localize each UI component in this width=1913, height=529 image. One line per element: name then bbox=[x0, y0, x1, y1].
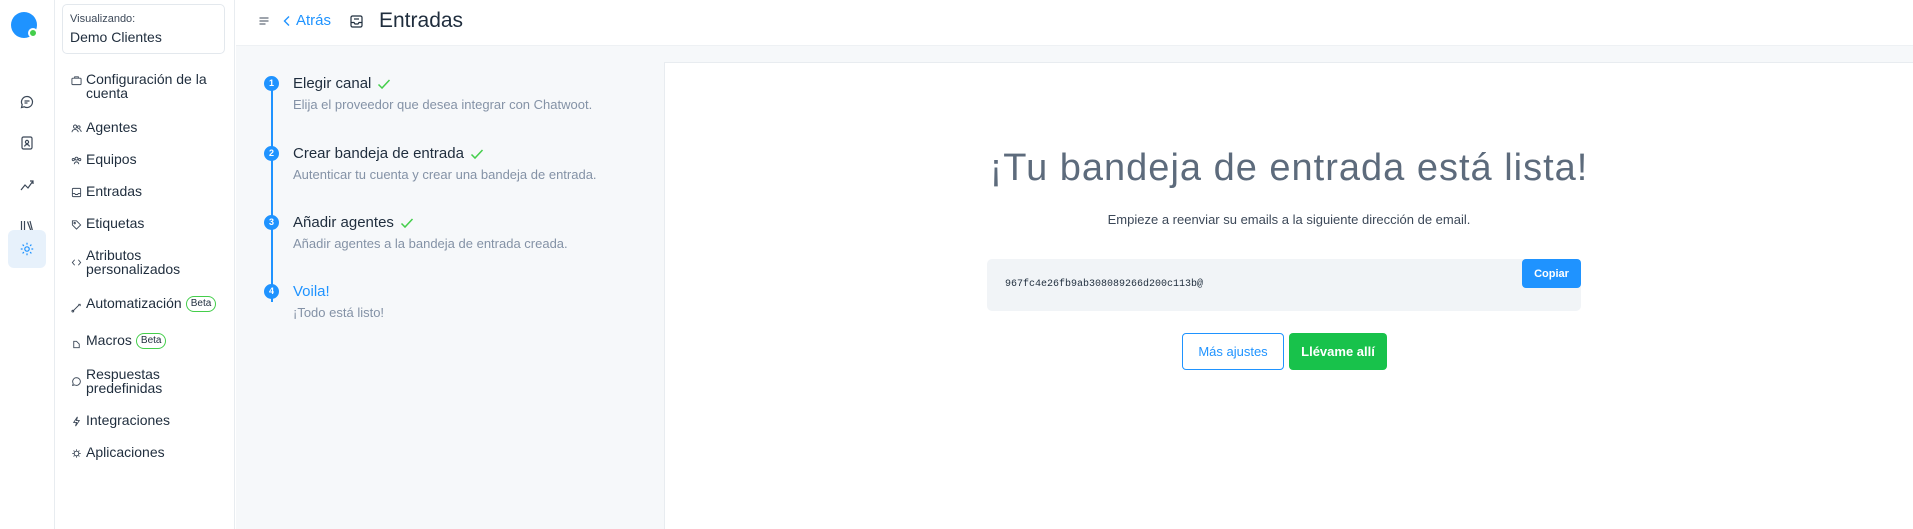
sidebar-item-inboxes[interactable]: Entradas bbox=[69, 184, 229, 199]
code-icon bbox=[69, 255, 83, 269]
sidebar-item-canned-responses[interactable]: Respuestas predefinidas bbox=[69, 367, 229, 395]
sidebar-item-label: Macros bbox=[86, 332, 132, 348]
beta-badge: Beta bbox=[185, 296, 217, 312]
step-description: ¡Todo está listo! bbox=[293, 305, 385, 320]
step-number: 1 bbox=[264, 76, 279, 91]
inbox-icon bbox=[69, 185, 83, 199]
step-number: 2 bbox=[264, 146, 279, 161]
chat-icon bbox=[69, 374, 83, 388]
briefcase-icon bbox=[69, 73, 83, 87]
team-icon bbox=[69, 153, 83, 167]
contacts-icon[interactable] bbox=[8, 124, 46, 162]
chevron-left-icon bbox=[283, 15, 290, 26]
sidebar-item-label: Atributos personalizados bbox=[86, 247, 181, 277]
inbox-ready-card: ¡Tu bandeja de entrada está lista! Empie… bbox=[664, 62, 1913, 529]
menu-toggle-icon[interactable] bbox=[258, 15, 270, 27]
macro-icon bbox=[69, 337, 83, 351]
flash-icon bbox=[69, 414, 83, 428]
more-settings-button[interactable]: Más ajustes bbox=[1182, 333, 1284, 370]
tag-icon bbox=[69, 217, 83, 231]
step-description: Elija el proveedor que desea integrar co… bbox=[293, 97, 593, 112]
settings-icon[interactable] bbox=[8, 230, 46, 268]
sidebar-item-labels[interactable]: Etiquetas bbox=[69, 216, 229, 231]
step-number: 4 bbox=[264, 284, 279, 299]
check-icon bbox=[470, 148, 484, 159]
step-title: Añadir agentes bbox=[293, 214, 394, 231]
conversations-icon[interactable] bbox=[8, 83, 46, 121]
copy-button[interactable]: Copiar bbox=[1522, 259, 1581, 288]
page-title: Entradas bbox=[379, 9, 464, 32]
account-name: Demo Clientes bbox=[70, 29, 162, 45]
sidebar-item-applications[interactable]: Aplicaciones bbox=[69, 445, 229, 460]
inbox-icon bbox=[350, 15, 363, 28]
page-header: Atrás Entradas bbox=[236, 0, 1913, 46]
reports-icon[interactable] bbox=[8, 165, 46, 203]
back-label: Atrás bbox=[296, 12, 332, 29]
forwarding-email-address: 967fc4e26fb9ab308089266d200c113b@ bbox=[1005, 279, 1204, 290]
sidebar-item-label: Configuración de la cuenta bbox=[86, 71, 207, 101]
take-me-there-button[interactable]: Llévame allí bbox=[1289, 333, 1387, 370]
step-number: 3 bbox=[264, 215, 279, 230]
people-icon bbox=[69, 121, 83, 135]
email-address-box: 967fc4e26fb9ab308089266d200c113b@ bbox=[987, 259, 1581, 311]
beta-badge: Beta bbox=[135, 333, 167, 349]
step-title: Crear bandeja de entrada bbox=[293, 145, 464, 162]
step-description: Añadir agentes a la bandeja de entrada c… bbox=[293, 236, 568, 251]
sidebar-item-automation[interactable]: Automatización Beta bbox=[69, 296, 229, 314]
step-title-row: Voila! bbox=[293, 283, 330, 300]
sidebar-item-account-settings[interactable]: Configuración de la cuenta bbox=[69, 72, 229, 100]
account-label: Visualizando: bbox=[70, 13, 136, 25]
automation-icon bbox=[69, 300, 83, 314]
back-button[interactable]: Atrás bbox=[282, 12, 331, 29]
step-title: Elegir canal bbox=[293, 75, 372, 92]
check-icon bbox=[400, 217, 413, 228]
sidebar-item-teams[interactable]: Equipos bbox=[69, 152, 229, 167]
success-subheadline: Empieze a reenviar su emails a la siguie… bbox=[1107, 212, 1471, 227]
primary-sidebar bbox=[0, 0, 55, 529]
step-title-row: Crear bandeja de entrada bbox=[293, 145, 484, 162]
sidebar-item-label: Integraciones bbox=[86, 412, 171, 428]
step-title-row: Elegir canal bbox=[293, 75, 391, 92]
sidebar-item-macros[interactable]: Macros Beta bbox=[69, 333, 229, 351]
settings-sidebar: Visualizando: Demo Clientes Configuració… bbox=[55, 0, 235, 529]
setup-wizard: 1 Elegir canal Elija el proveedor que de… bbox=[236, 46, 664, 529]
apps-icon bbox=[69, 446, 83, 460]
sidebar-item-label: Entradas bbox=[86, 183, 143, 199]
sidebar-item-label: Respuestas predefinidas bbox=[86, 366, 163, 396]
online-status-dot bbox=[28, 28, 38, 38]
wizard-progress-line bbox=[271, 84, 273, 302]
sidebar-item-integrations[interactable]: Integraciones bbox=[69, 413, 229, 428]
step-description: Autenticar tu cuenta y crear una bandeja… bbox=[293, 167, 597, 182]
step-title-row: Añadir agentes bbox=[293, 214, 414, 231]
success-headline: ¡Tu bandeja de entrada está lista! bbox=[989, 147, 1589, 189]
step-title: Voila! bbox=[293, 283, 330, 300]
account-switcher[interactable]: Visualizando: Demo Clientes bbox=[62, 4, 225, 54]
check-icon bbox=[378, 78, 391, 89]
sidebar-item-custom-attributes[interactable]: Atributos personalizados bbox=[69, 248, 229, 276]
sidebar-item-label: Agentes bbox=[86, 119, 138, 135]
sidebar-item-label: Etiquetas bbox=[86, 215, 145, 231]
sidebar-item-label: Automatización bbox=[86, 295, 182, 311]
sidebar-item-agents[interactable]: Agentes bbox=[69, 120, 229, 135]
sidebar-item-label: Equipos bbox=[86, 151, 137, 167]
sidebar-item-label: Aplicaciones bbox=[86, 444, 165, 460]
